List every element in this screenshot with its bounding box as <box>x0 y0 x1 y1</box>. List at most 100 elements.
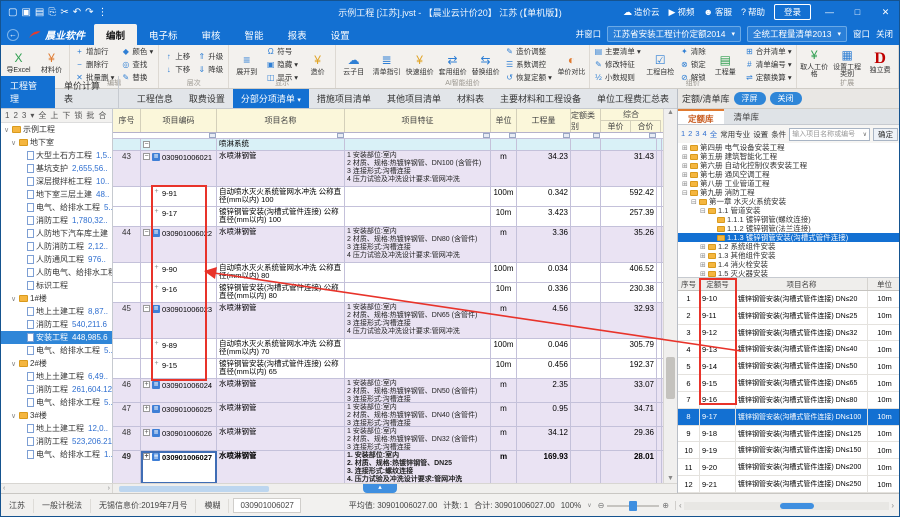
item-unit-cell[interactable]: 100m <box>491 263 517 282</box>
quota-row-code[interactable]: 9-12 <box>700 325 736 341</box>
quick-access-icon[interactable]: ⋮ <box>98 7 108 18</box>
item-name-cell[interactable]: 自动喷水灭火系统管网水冲洗 公称直径(mm以内) 100 <box>217 187 345 206</box>
item-name-cell[interactable]: 镀锌钢管安装(沟槽式管件连接) 公称直径(mm以内) 80 <box>217 283 345 302</box>
expander-icon[interactable]: − <box>143 141 150 148</box>
tree-item[interactable]: 人防电气、给排水工程 <box>1 266 112 279</box>
item-code-cell[interactable]: + ≣ 9-15 <box>141 359 217 378</box>
item-type-cell[interactable] <box>571 427 601 450</box>
document-tab[interactable]: 主要材料和工程设备 <box>492 89 589 108</box>
tree-item[interactable]: 电气、给排水工程 5.. <box>1 396 112 409</box>
item-feature-cell[interactable] <box>345 339 491 358</box>
ribbon-small-button[interactable]: −删除行 <box>75 59 114 70</box>
quota-row-name[interactable]: 镀锌钢管安装(沟槽式管件连接) DN≤50 <box>736 358 868 374</box>
zoom-in-icon[interactable]: ⊕ <box>662 501 669 510</box>
ribbon-small-button[interactable]: ▣隐藏 ▾ <box>266 59 298 70</box>
price-info-label[interactable]: 无锡信息价:2019年7月号 <box>91 499 196 513</box>
quota-row-name[interactable]: 镀锌钢管安装(沟槽式管件连接) DN≤100 <box>736 409 868 425</box>
scrollbar-thumb[interactable] <box>666 357 675 399</box>
ribbon-small-button[interactable]: ↑上移 <box>164 51 190 62</box>
quota-row-name[interactable]: 镀锌钢管安装(沟槽式管件连接) DN≤32 <box>736 325 868 341</box>
tree-toolbar-button[interactable]: 3 <box>22 111 26 120</box>
quota-grid-row[interactable]: 7 9-16 镀锌钢管安装(沟槽式管件连接) DN≤80 10m <box>678 392 900 409</box>
tree-caret-icon[interactable]: ∨ <box>11 139 17 147</box>
tree-item[interactable]: 电气、给排水工程 5.. <box>1 344 112 357</box>
item-type-cell[interactable] <box>571 339 601 358</box>
quota-tree-item[interactable]: ⊞ 1.5 灭火器安装 <box>678 269 900 278</box>
tree-toolbar-button[interactable]: ▾ <box>30 111 34 120</box>
quota-grid-row[interactable]: 12 9-21 镀锌钢管安装(沟槽式管件连接) DN≤250 10m <box>678 476 900 493</box>
item-feature-cell[interactable] <box>345 283 491 302</box>
expander-icon[interactable]: + <box>153 361 160 368</box>
quota-tree-item[interactable]: ⊞ 1.2 系统组件安装 <box>678 242 900 251</box>
item-unit-cell[interactable]: m <box>491 303 517 338</box>
ribbon-small-button[interactable]: ↓下移 <box>164 64 190 75</box>
item-qty-cell[interactable]: 3.423 <box>517 207 571 226</box>
item-name-cell[interactable]: 水喷淋钢管 <box>217 227 345 262</box>
tree-level-button[interactable]: 4 <box>703 129 707 140</box>
scroll-up-icon[interactable]: ▲ <box>664 109 677 117</box>
video-link[interactable]: ▶视频 <box>669 6 695 18</box>
quota-grid-row[interactable]: 1 9-10 镀锌钢管安装(沟槽式管件连接) DN≤20 10m <box>678 291 900 308</box>
back-button[interactable]: ← <box>7 29 19 41</box>
tree-horizontal-scrollbar[interactable]: ‹› <box>1 484 113 493</box>
tree-caret-icon[interactable]: ∨ <box>11 360 17 368</box>
item-name-cell[interactable]: 镀锌钢管安装(沟槽式管件连接) 公称直径(mm以内) 65 <box>217 359 345 378</box>
tree-caret-icon[interactable]: ⊟ <box>700 207 706 215</box>
document-tab[interactable]: 其他项目清单 <box>379 89 449 108</box>
quick-access-icon[interactable]: ✂ <box>60 7 68 18</box>
item-unit-cell[interactable]: 100m <box>491 187 517 206</box>
col-header-code[interactable]: 项目编码 <box>141 109 217 132</box>
item-total-cell[interactable] <box>657 451 662 483</box>
boq-row[interactable]: 46 + ≣ 030901006024 水喷淋钢管 1 安装部位:室内 2 材质… <box>113 379 663 403</box>
tree-toolbar-button[interactable]: 上 <box>50 110 58 121</box>
quota-search-input[interactable]: 输入项目名称或编号∨ <box>789 128 870 141</box>
login-button[interactable]: 登录 <box>774 4 811 20</box>
item-type-cell[interactable] <box>571 263 601 282</box>
item-feature-cell[interactable]: 1 安装部位:室内 2 材质、规格:热镀锌钢管、DN80 (含管件) 3 连接形… <box>345 227 491 262</box>
col-header-unit[interactable]: 单位 <box>491 109 517 132</box>
ribbon-tab[interactable]: 报表 <box>276 24 319 45</box>
item-price-cell[interactable]: 305.79 <box>601 339 657 358</box>
document-tab[interactable]: 措施项目清单 <box>309 89 379 108</box>
col-header-composite[interactable]: 综合 单价合价 <box>601 109 661 132</box>
col-header-qty[interactable]: 工程量 <box>517 109 571 132</box>
ribbon-button[interactable]: ¥取人工价格 <box>798 46 831 79</box>
tree-level-button[interactable]: 1 <box>681 129 685 140</box>
expander-icon[interactable]: + <box>143 405 150 412</box>
tree-level-button[interactable]: 2 <box>688 129 692 140</box>
item-name-cell[interactable]: 水喷淋钢管 <box>217 451 345 483</box>
item-total-cell[interactable] <box>657 303 662 338</box>
vertical-scrollbar[interactable]: ▲ ▼ <box>663 109 677 483</box>
quota-grid-row[interactable]: 4 9-13 镀锌钢管安装(沟槽式管件连接) DN≤40 10m <box>678 341 900 358</box>
close-panel-button[interactable]: 关闭 <box>770 92 802 105</box>
zoom-slider-thumb[interactable] <box>629 501 637 511</box>
item-feature-cell[interactable] <box>345 139 491 150</box>
item-price-cell[interactable]: 28.01 <box>601 451 657 483</box>
scrollbar-thumb[interactable] <box>119 486 269 492</box>
boq-row[interactable]: − ≣ 喷淋系统 <box>113 139 663 151</box>
quota-tree-item[interactable]: ⊟ 第一章 水灭火系统安装 <box>678 197 900 206</box>
boq-row[interactable]: 44 − ≣ 030901006022 水喷淋钢管 1 安装部位:室内 2 材质… <box>113 227 663 263</box>
item-code-cell[interactable]: − ≣ 030901006022 <box>141 227 217 262</box>
boq-row[interactable]: 47 + ≣ 030901006025 水喷淋钢管 1 安装部位:室内 2 材质… <box>113 403 663 427</box>
quota-grid-row[interactable]: 3 9-12 镀锌钢管安装(沟槽式管件连接) DN≤32 10m <box>678 325 900 342</box>
item-type-cell[interactable] <box>571 207 601 226</box>
scroll-right-icon[interactable]: › <box>108 485 110 492</box>
item-total-cell[interactable] <box>657 427 662 450</box>
boq-row[interactable]: 43 − ≣ 030901006021 水喷淋钢管 1 安装部位:室内 2 材质… <box>113 151 663 187</box>
quota-grid-horizontal-scrollbar[interactable]: ‹ › <box>675 501 897 510</box>
tax-mode-label[interactable]: 一般计税法 <box>34 499 91 513</box>
item-feature-cell[interactable] <box>345 359 491 378</box>
item-unit-cell[interactable]: m <box>491 379 517 402</box>
item-price-cell[interactable]: 192.37 <box>601 359 657 378</box>
tree-caret-icon[interactable]: ⊞ <box>682 162 688 170</box>
item-name-cell[interactable]: 水喷淋钢管 <box>217 403 345 426</box>
item-price-cell[interactable]: 33.07 <box>601 379 657 402</box>
item-feature-cell[interactable] <box>345 187 491 206</box>
merge-window-button[interactable]: 并窗口 <box>576 28 602 40</box>
filter-icon[interactable] <box>337 133 344 138</box>
item-price-cell[interactable]: 34.71 <box>601 403 657 426</box>
item-total-cell[interactable] <box>657 187 662 206</box>
quota-tree-item[interactable]: ⊞ 第五册 建筑智能化工程 <box>678 152 900 161</box>
item-type-cell[interactable] <box>571 187 601 206</box>
